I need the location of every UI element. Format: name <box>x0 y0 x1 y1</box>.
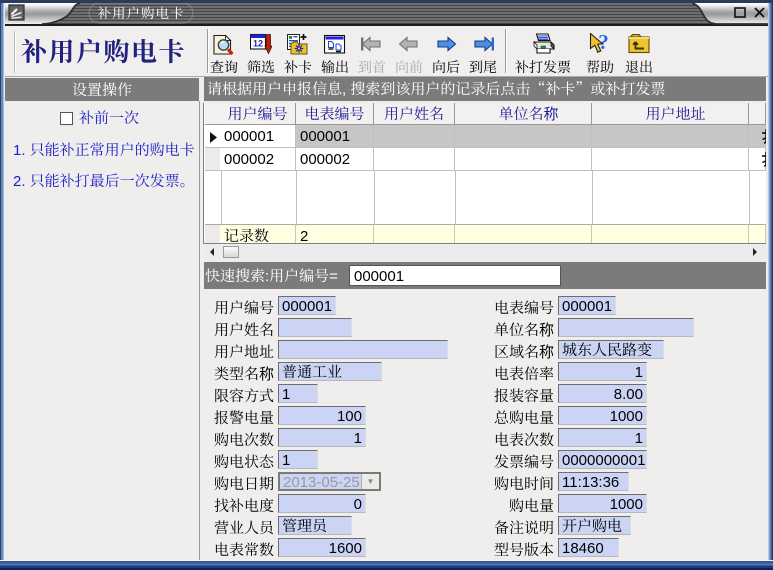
svg-text:12: 12 <box>253 39 263 49</box>
svg-text:补用户购电卡: 补用户购电卡 <box>98 2 185 22</box>
